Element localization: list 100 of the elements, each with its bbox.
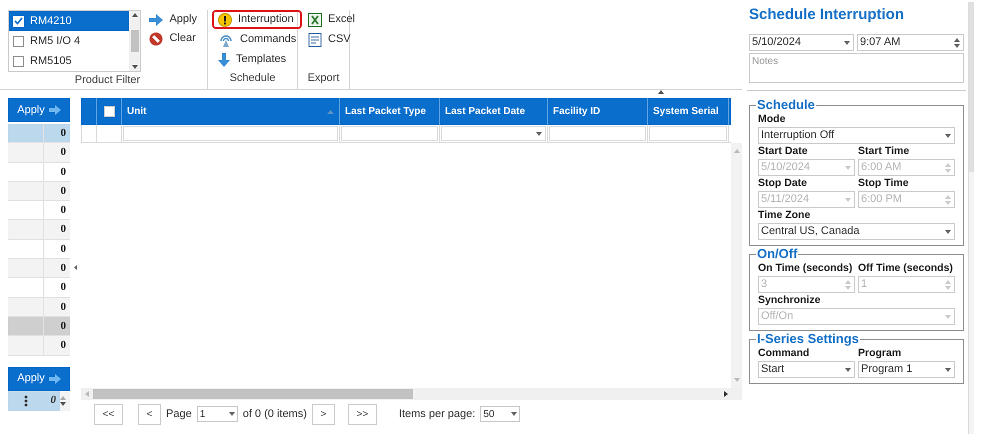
list-row[interactable]: 0 (8, 220, 70, 240)
field-label: Stop Date (758, 176, 808, 191)
spin-arrows-icon (945, 280, 951, 290)
list-row[interactable]: 0 (8, 240, 70, 260)
spin-arrows-icon (945, 194, 951, 204)
items-per-page-dropdown[interactable]: 50 (480, 406, 520, 422)
spin-arrows-icon (954, 38, 960, 48)
spin-down-icon (60, 402, 66, 406)
column-header[interactable]: System Serial (648, 98, 729, 125)
column-header[interactable]: Last Packet Date (440, 98, 548, 125)
product-item[interactable]: RM5 I/O 4 (9, 31, 130, 51)
apply-button[interactable]: Apply (8, 98, 70, 122)
apply-button[interactable]: Apply (8, 366, 70, 391)
dropdown-field[interactable]: Start (758, 361, 855, 378)
field-label: Time Zone (758, 208, 812, 223)
notes-field[interactable]: Notes (749, 53, 964, 83)
group-title: I-Series Settings (756, 332, 860, 346)
list-row[interactable]: 0 (8, 298, 70, 317)
list-row[interactable]: 0 (8, 162, 70, 182)
page-summary: of 0 (0 items) (242, 406, 307, 422)
spin-arrows-icon (945, 162, 951, 172)
product-item[interactable]: RM5105 (9, 51, 130, 71)
dropdown-caret-icon (945, 368, 951, 372)
document-icon (308, 32, 322, 46)
arrow-down-icon (218, 52, 230, 66)
header-checkbox[interactable] (104, 106, 114, 117)
dropdown-caret-icon (945, 134, 951, 138)
group-title: Schedule (756, 98, 816, 112)
group-title: On/Off (756, 247, 798, 261)
pager-button[interactable]: << (94, 404, 123, 424)
broadcast-icon (218, 32, 234, 46)
dropdown-field[interactable]: Interruption Off (758, 127, 955, 144)
pager-button[interactable]: >> (348, 404, 377, 424)
filter-field[interactable] (549, 126, 646, 141)
scrollbar[interactable] (129, 11, 140, 71)
items-per-page-label: Items per page: (398, 406, 476, 422)
list-row[interactable]: 0 (8, 336, 70, 356)
filter-field[interactable] (441, 126, 546, 141)
column-header[interactable]: Facility ID (548, 98, 648, 125)
page-label: Page (166, 406, 192, 422)
ribbon-button[interactable]: Templates (212, 50, 302, 69)
arrow-right-icon (48, 105, 61, 115)
sort-ascending-icon (327, 110, 334, 114)
ribbon-button[interactable]: Apply (143, 10, 203, 29)
ribbon-button[interactable]: Commands (212, 30, 302, 49)
dropdown-field[interactable]: Program 1 (858, 361, 955, 378)
list-row[interactable]: 0 (8, 316, 70, 336)
collapse-caret-icon[interactable] (658, 90, 664, 94)
list-row[interactable]: 0 (8, 201, 70, 220)
field-label: On Time (seconds) (758, 261, 854, 276)
group-label: Schedule (228, 70, 276, 86)
ribbon-button[interactable]: Interruption (212, 10, 302, 29)
field-label: Start Date (758, 144, 809, 159)
more-vertical-icon[interactable] (24, 394, 28, 407)
pager-button[interactable]: > (312, 404, 335, 424)
spin-buttons[interactable] (60, 390, 70, 411)
scroll-up-icon[interactable] (132, 13, 138, 17)
checkmark-icon (14, 17, 23, 25)
dropdown-caret-icon (845, 368, 851, 372)
ribbon-button[interactable]: CSV (302, 30, 361, 49)
dropdown-field[interactable]: Central US, Canada (758, 223, 955, 240)
page-dropdown[interactable]: 1 (196, 406, 238, 422)
field-label: Off Time (seconds) (858, 261, 954, 276)
filter-field[interactable] (649, 126, 727, 141)
filter-field[interactable] (341, 126, 438, 141)
horizontal-scrollbar[interactable] (81, 388, 742, 400)
pager-button[interactable]: < (138, 404, 161, 424)
list-row[interactable]: 0 (8, 259, 70, 278)
field-label: Mode (758, 112, 786, 127)
exclamation-icon (218, 12, 232, 26)
column-header[interactable]: Unit (122, 98, 340, 125)
value-text: 0 (50, 393, 57, 408)
scroll-right-icon[interactable] (724, 391, 728, 397)
dropdown-caret-icon (536, 132, 542, 136)
field-label: Program (858, 346, 902, 361)
no-entry-icon (149, 32, 164, 46)
dropdown-caret-icon (845, 198, 851, 202)
dropdown-caret-icon (511, 412, 518, 416)
product-item[interactable]: RM4210 (9, 11, 130, 31)
ribbon-button[interactable]: Excel (302, 10, 361, 29)
field-label: Stop Time (858, 176, 910, 191)
field-label: Synchronize (758, 293, 822, 308)
filter-field[interactable] (123, 126, 338, 141)
column-header[interactable]: Last Packet Type (340, 98, 440, 125)
group-label: Export (306, 70, 340, 86)
arrow-right-icon (149, 14, 164, 26)
collapse-arrow-icon[interactable] (74, 264, 77, 270)
spin-up-icon (60, 396, 66, 400)
list-row[interactable]: 0 (8, 143, 70, 163)
dropdown-caret-icon (945, 314, 951, 318)
dropdown-field[interactable]: 5/10/2024 (749, 34, 854, 51)
list-row[interactable]: 0 (8, 124, 70, 144)
scroll-down-icon[interactable] (132, 65, 138, 69)
spinner-field[interactable]: 9:07 AM (857, 34, 964, 51)
field-label: Start Time (858, 144, 910, 159)
list-row[interactable]: 0 (8, 182, 70, 202)
list-row[interactable]: 0 (8, 278, 70, 298)
ribbon-button[interactable]: Clear (143, 29, 203, 48)
field-label: Command (758, 346, 810, 361)
scroll-left-icon[interactable] (85, 391, 89, 397)
